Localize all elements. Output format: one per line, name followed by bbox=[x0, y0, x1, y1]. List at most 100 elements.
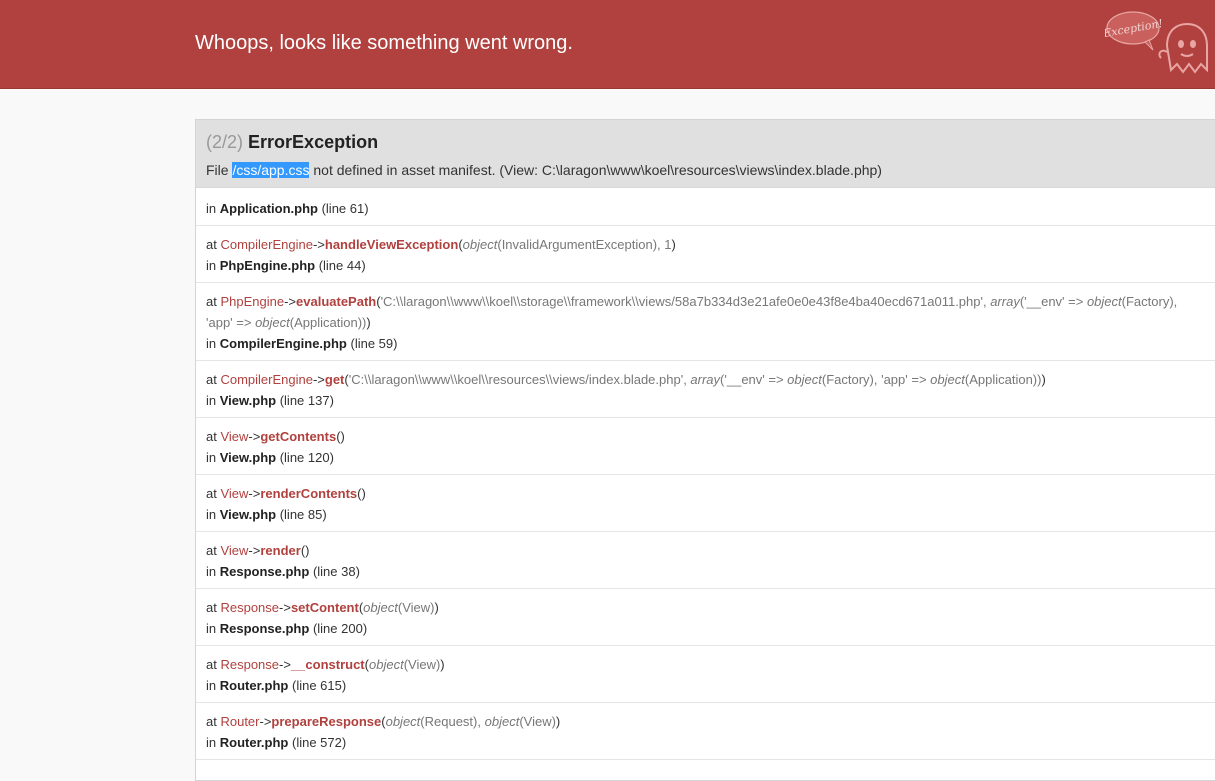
trace-args: object(Request), object(View) bbox=[385, 714, 556, 729]
trace-item[interactable]: at Response->setContent(object(View)) in… bbox=[196, 589, 1215, 646]
trace-call: at CompilerEngine->get('C:\\laragon\\www… bbox=[206, 369, 1215, 390]
trace-function: setContent bbox=[290, 600, 359, 615]
exception-message-prefix: File bbox=[206, 162, 229, 178]
exception-count: (2/2) bbox=[206, 132, 244, 152]
trace-class: Router bbox=[220, 714, 260, 729]
in-keyword: in bbox=[206, 201, 217, 216]
trace-arrow: -> bbox=[259, 714, 272, 729]
trace-class: CompilerEngine bbox=[220, 237, 313, 252]
trace-function: prepareResponse bbox=[271, 714, 382, 729]
trace-arrow: -> bbox=[248, 429, 261, 444]
trace-file: PhpEngine.php bbox=[219, 258, 316, 273]
exception-title: (2/2) ErrorException bbox=[206, 131, 378, 153]
trace-arrow: -> bbox=[248, 543, 261, 558]
trace-args: object(View) bbox=[363, 600, 435, 615]
trace-location: in Response.php (line 38) bbox=[206, 561, 1215, 582]
at-keyword: at bbox=[206, 657, 217, 672]
trace-paren-close: ) bbox=[366, 315, 371, 330]
trace-class: View bbox=[220, 429, 249, 444]
trace-paren-close: ) bbox=[340, 429, 345, 444]
trace-call: at View->render() bbox=[206, 540, 1215, 561]
trace-paren-close: ) bbox=[671, 237, 676, 252]
trace-item[interactable]: at View->getContents() in View.php (line… bbox=[196, 418, 1215, 475]
trace-call: at PhpEngine->evaluatePath('C:\\laragon\… bbox=[206, 291, 1206, 333]
trace-paren-close: ) bbox=[434, 600, 439, 615]
exception-ghost-logo: Exception! bbox=[1105, 11, 1208, 74]
trace-file: CompilerEngine.php bbox=[219, 336, 347, 351]
trace-function: getContents bbox=[260, 429, 337, 444]
trace-call: at View->getContents() bbox=[206, 426, 1215, 447]
trace-function: renderContents bbox=[260, 486, 358, 501]
trace-item[interactable]: in Application.php (line 61) bbox=[196, 188, 1215, 226]
trace-location: in View.php (line 120) bbox=[206, 447, 1215, 468]
trace-args: 'C:\\laragon\\www\\koel\\resources\\view… bbox=[348, 372, 1042, 387]
in-keyword: in bbox=[206, 564, 217, 579]
trace-location: in View.php (line 137) bbox=[206, 390, 1215, 411]
trace-line: (line 615) bbox=[291, 678, 347, 693]
trace-line: (line 137) bbox=[279, 393, 334, 408]
exception-type: ErrorException bbox=[248, 132, 379, 152]
trace-arrow: -> bbox=[312, 372, 325, 387]
trace-file: Response.php bbox=[219, 564, 310, 579]
trace-args: object(View) bbox=[368, 657, 441, 672]
trace-function: handleViewException bbox=[324, 237, 459, 252]
at-keyword: at bbox=[206, 372, 217, 387]
trace-paren-close: ) bbox=[440, 657, 445, 672]
trace-location: in Response.php (line 200) bbox=[206, 618, 1215, 639]
trace-paren-close: ) bbox=[555, 714, 561, 729]
trace-line: (line 85) bbox=[279, 507, 327, 522]
trace-class: PhpEngine bbox=[220, 294, 285, 309]
trace-line: (line 44) bbox=[318, 258, 366, 273]
trace-item[interactable]: at View->renderContents() in View.php (l… bbox=[196, 475, 1215, 532]
trace-line: (line 120) bbox=[279, 450, 334, 465]
trace-file: Application.php bbox=[219, 201, 318, 216]
trace-line: (line 38) bbox=[312, 564, 360, 579]
in-keyword: in bbox=[206, 393, 217, 408]
in-keyword: in bbox=[206, 450, 217, 465]
trace-function: evaluatePath bbox=[296, 294, 377, 309]
trace-item[interactable]: at CompilerEngine->handleViewException(o… bbox=[196, 226, 1215, 283]
in-keyword: in bbox=[206, 336, 217, 351]
page-title: Whoops, looks like something went wrong. bbox=[195, 32, 573, 54]
trace-paren-close: ) bbox=[305, 543, 310, 558]
trace-item[interactable]: at View->render() in Response.php (line … bbox=[196, 532, 1215, 589]
trace-item[interactable]: at Response->__construct(object(View)) i… bbox=[196, 646, 1215, 703]
in-keyword: in bbox=[206, 507, 217, 522]
exception-message[interactable]: File /css/app.css not defined in asset m… bbox=[206, 161, 882, 179]
at-keyword: at bbox=[206, 543, 217, 558]
trace-file: Router.php bbox=[219, 678, 289, 693]
trace-line: (line 572) bbox=[291, 735, 347, 750]
exception-message-suffix: not defined in asset manifest. (View: C:… bbox=[313, 162, 882, 178]
trace-paren-close: ) bbox=[361, 486, 366, 501]
trace-line: (line 61) bbox=[321, 201, 369, 216]
trace-function: render bbox=[260, 543, 301, 558]
trace-call: at CompilerEngine->handleViewException(o… bbox=[206, 234, 1215, 255]
trace-item[interactable]: at Router->prepareResponse(object(Reques… bbox=[196, 703, 1215, 760]
at-keyword: at bbox=[206, 237, 217, 252]
trace-call: at Router->prepareResponse(object(Reques… bbox=[206, 711, 1215, 732]
selected-text[interactable]: /css/app.css bbox=[232, 162, 310, 178]
trace-function: get bbox=[324, 372, 345, 387]
stack-trace: in Application.php (line 61) at Compiler… bbox=[196, 188, 1215, 760]
trace-call: at Response->__construct(object(View)) bbox=[206, 654, 1215, 675]
trace-file: Router.php bbox=[219, 735, 289, 750]
in-keyword: in bbox=[206, 621, 217, 636]
trace-item[interactable]: at CompilerEngine->get('C:\\laragon\\www… bbox=[196, 361, 1215, 418]
trace-class: View bbox=[220, 486, 249, 501]
trace-file: View.php bbox=[219, 393, 277, 408]
trace-class: Response bbox=[220, 657, 280, 672]
trace-arrow: -> bbox=[279, 600, 291, 615]
trace-args: object(InvalidArgumentException), 1 bbox=[462, 237, 672, 252]
trace-class: View bbox=[220, 543, 249, 558]
in-keyword: in bbox=[206, 735, 217, 750]
page-header: Whoops, looks like something went wrong.… bbox=[0, 0, 1215, 89]
trace-arrow: -> bbox=[279, 657, 291, 672]
trace-file: View.php bbox=[219, 450, 277, 465]
trace-call: at View->renderContents() bbox=[206, 483, 1215, 504]
in-keyword: in bbox=[206, 678, 217, 693]
trace-item[interactable]: at PhpEngine->evaluatePath('C:\\laragon\… bbox=[196, 283, 1215, 361]
trace-function: __construct bbox=[290, 657, 365, 672]
at-keyword: at bbox=[206, 294, 217, 309]
in-keyword: in bbox=[206, 258, 217, 273]
trace-line: (line 59) bbox=[350, 336, 398, 351]
